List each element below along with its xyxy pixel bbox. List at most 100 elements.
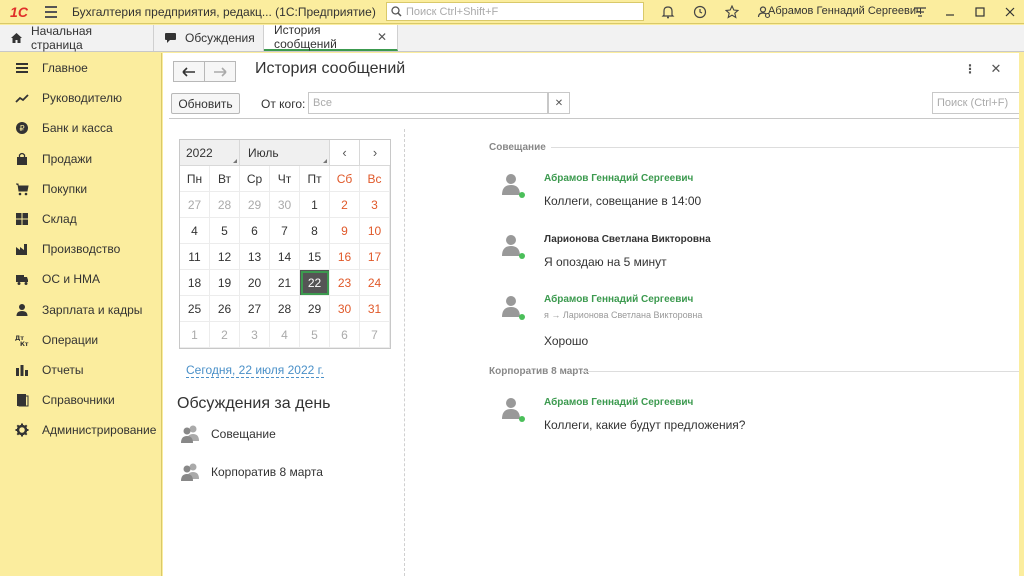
calendar-day[interactable]: 4 [180, 218, 210, 244]
current-user-name[interactable]: Абрамов Геннадий Сергеевич [768, 5, 922, 17]
calendar-day[interactable]: 21 [270, 270, 300, 296]
refresh-button[interactable]: Обновить [171, 93, 240, 114]
calendar-day[interactable]: 6 [240, 218, 270, 244]
month-select[interactable]: Июль [240, 140, 330, 165]
calendar-day[interactable]: 29 [240, 192, 270, 218]
calendar-day[interactable]: 31 [360, 296, 390, 322]
calendar-day[interactable]: 3 [240, 322, 270, 348]
search-input[interactable]: Поиск (Ctrl+F) [932, 92, 1020, 114]
sidebar-item-references[interactable]: Справочники [0, 385, 161, 415]
today-link[interactable]: Сегодня, 22 июля 2022 г. [186, 363, 324, 378]
month-value: Июль [248, 146, 279, 160]
calendar-day[interactable]: 17 [360, 244, 390, 270]
sidebar-item-production[interactable]: Производство [0, 234, 161, 264]
calendar-day[interactable]: 10 [360, 218, 390, 244]
calendar-day[interactable]: 16 [330, 244, 360, 270]
message-author[interactable]: Абрамов Геннадий Сергеевич [544, 173, 693, 184]
calendar-day[interactable]: 25 [180, 296, 210, 322]
calendar-day[interactable]: 28 [270, 296, 300, 322]
calendar-day[interactable]: 8 [300, 218, 330, 244]
discussion-item-party[interactable]: Корпоратив 8 марта [179, 462, 323, 482]
message-recipient: я → Ларионова Светлана Викторовна [544, 310, 703, 320]
tab-label: Начальная страница [31, 24, 93, 52]
calendar-grid: Пн Вт Ср Чт Пт Сб Вс 27 28 29 30 1 2 3 4 5 6 7 8 9 10 11 12 13 1… [180, 166, 390, 348]
calendar-day[interactable]: 2 [210, 322, 240, 348]
sidebar-item-assets[interactable]: ОС и НМА [0, 264, 161, 294]
message-author[interactable]: Абрамов Геннадий Сергеевич [544, 397, 693, 408]
calendar-day[interactable]: 7 [270, 218, 300, 244]
clear-icon[interactable]: ✕ [548, 92, 570, 114]
close-tab-icon[interactable]: ✕ [377, 30, 387, 44]
group-divider [581, 371, 1021, 372]
prev-month-button[interactable]: ‹ [330, 140, 360, 165]
calendar-day[interactable]: 28 [210, 192, 240, 218]
calendar-day[interactable]: 3 [360, 192, 390, 218]
sidebar-item-purchases[interactable]: Покупки [0, 174, 161, 204]
calendar-day[interactable]: 7 [360, 322, 390, 348]
sidebar: Главное Руководителю ₽ Банк и касса Прод… [0, 53, 162, 576]
calendar-day[interactable]: 24 [360, 270, 390, 296]
calendar-day[interactable]: 23 [330, 270, 360, 296]
calendar-day[interactable]: 19 [210, 270, 240, 296]
calendar-day[interactable]: 14 [270, 244, 300, 270]
minimize-icon[interactable] [935, 0, 965, 24]
star-icon[interactable] [716, 0, 748, 24]
calendar-day[interactable]: 26 [210, 296, 240, 322]
calendar-day[interactable]: 5 [210, 218, 240, 244]
sidebar-item-main[interactable]: Главное [0, 53, 161, 83]
from-field[interactable]: Все [308, 92, 548, 114]
calendar-day[interactable]: 5 [300, 322, 330, 348]
sidebar-item-manager[interactable]: Руководителю [0, 83, 161, 113]
forward-button[interactable] [204, 61, 236, 82]
calendar-day[interactable]: 29 [300, 296, 330, 322]
sidebar-item-warehouse[interactable]: Склад [0, 204, 161, 234]
message-author[interactable]: Абрамов Геннадий Сергеевич [544, 294, 693, 305]
tab-home[interactable]: Начальная страница [0, 24, 154, 52]
discussion-label: Корпоратив 8 марта [211, 465, 323, 479]
search-icon [391, 6, 402, 17]
global-search-input[interactable]: Поиск Ctrl+Shift+F [386, 2, 644, 21]
sidebar-item-admin[interactable]: Администрирование [0, 415, 161, 445]
calendar-day[interactable]: 6 [330, 322, 360, 348]
back-button[interactable] [173, 61, 205, 82]
sidebar-item-payroll[interactable]: Зарплата и кадры [0, 295, 161, 325]
calendar-day[interactable]: 1 [180, 322, 210, 348]
sidebar-item-bank[interactable]: ₽ Банк и касса [0, 113, 161, 143]
main-menu-icon[interactable] [38, 5, 64, 18]
calendar-day[interactable]: 1 [300, 192, 330, 218]
discussion-item-meeting[interactable]: Совещание [179, 424, 276, 444]
maximize-icon[interactable] [965, 0, 995, 24]
tab-discussions[interactable]: Обсуждения [154, 25, 264, 51]
more-options-icon[interactable]: ⋮ [963, 62, 977, 76]
sidebar-item-operations[interactable]: Дт Кт Операции [0, 325, 161, 355]
coin-icon: ₽ [15, 121, 29, 135]
calendar-day[interactable]: 9 [330, 218, 360, 244]
calendar-day[interactable]: 12 [210, 244, 240, 270]
calendar-day[interactable]: 13 [240, 244, 270, 270]
calendar-day[interactable]: 15 [300, 244, 330, 270]
calendar-day[interactable]: 27 [240, 296, 270, 322]
bell-icon[interactable] [652, 0, 684, 24]
calendar-day[interactable]: 2 [330, 192, 360, 218]
close-window-icon[interactable] [995, 0, 1024, 24]
sidebar-item-sales[interactable]: Продажи [0, 144, 161, 174]
settings-menu-icon[interactable] [905, 0, 935, 24]
main-content: История сообщений ⋮ ✕ Обновить От кого: … [163, 53, 1024, 576]
calendar-day[interactable]: 4 [270, 322, 300, 348]
message-author[interactable]: Ларионова Светлана Викторовна [544, 234, 711, 245]
sidebar-item-label: ОС и НМА [42, 272, 101, 287]
next-month-button[interactable]: › [360, 140, 390, 165]
person-icon [15, 303, 29, 317]
calendar-day[interactable]: 20 [240, 270, 270, 296]
calendar-day[interactable]: 27 [180, 192, 210, 218]
tab-message-history[interactable]: История сообщений ✕ [264, 23, 398, 51]
calendar-day[interactable]: 22 [300, 270, 330, 296]
history-icon[interactable] [684, 0, 716, 24]
close-form-icon[interactable]: ✕ [989, 61, 1003, 77]
calendar-day[interactable]: 30 [270, 192, 300, 218]
sidebar-item-reports[interactable]: Отчеты [0, 355, 161, 385]
calendar-day[interactable]: 11 [180, 244, 210, 270]
calendar-day[interactable]: 18 [180, 270, 210, 296]
year-select[interactable]: 2022 [180, 140, 240, 165]
calendar-day[interactable]: 30 [330, 296, 360, 322]
